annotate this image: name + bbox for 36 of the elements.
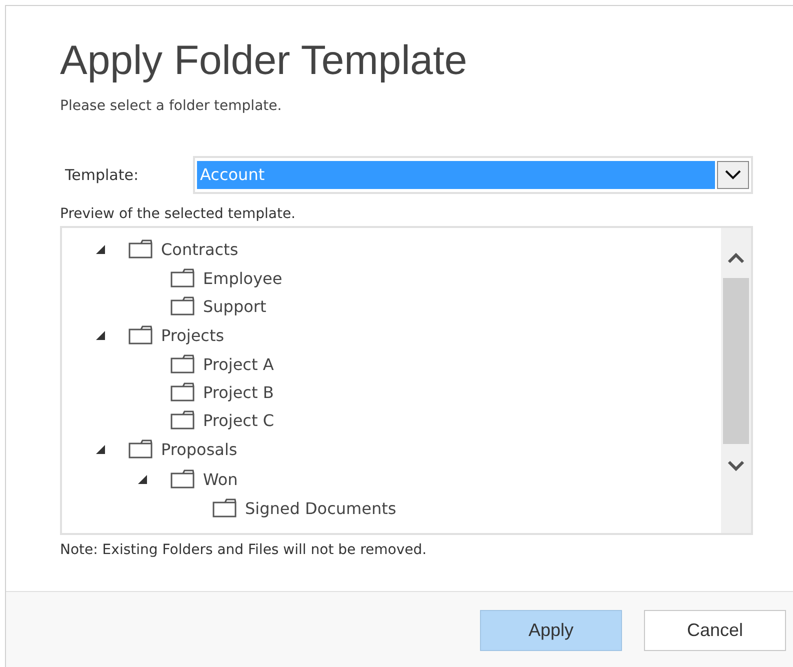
- folder-icon: [170, 382, 195, 402]
- folder-label[interactable]: Projects: [161, 326, 224, 344]
- scroll-down-icon[interactable]: [727, 460, 745, 472]
- note-text: Note: Existing Folders and Files will not be removed.: [60, 542, 427, 558]
- folder-label[interactable]: Project A: [203, 354, 274, 374]
- folder-icon: [212, 498, 237, 518]
- folder-label[interactable]: Proposals: [161, 440, 238, 458]
- expand-triangle-icon[interactable]: [138, 474, 147, 484]
- apply-button[interactable]: Apply: [480, 610, 622, 651]
- dialog-subtitle: Please select a folder template.: [60, 98, 282, 114]
- dialog-title: Apply Folder Template: [60, 36, 468, 84]
- expand-triangle-icon[interactable]: [96, 330, 105, 340]
- scroll-up-icon[interactable]: [727, 252, 745, 264]
- expand-triangle-icon[interactable]: [96, 244, 105, 254]
- cancel-button[interactable]: Cancel: [644, 610, 786, 651]
- folder-label[interactable]: Project B: [203, 382, 274, 402]
- folder-icon: [170, 268, 195, 288]
- folder-icon: [170, 296, 195, 316]
- folder-label[interactable]: Won: [203, 470, 238, 488]
- folder-icon: [128, 439, 153, 459]
- folder-icon: [170, 354, 195, 374]
- folder-label[interactable]: Project C: [203, 410, 274, 430]
- folder-icon: [128, 239, 153, 259]
- chevron-down-icon: [725, 170, 741, 180]
- folder-label[interactable]: Employee: [203, 268, 282, 288]
- folder-label[interactable]: Signed Documents: [245, 498, 396, 518]
- folder-label[interactable]: Contracts: [161, 240, 238, 258]
- folder-icon: [128, 325, 153, 345]
- scrollbar[interactable]: [721, 228, 751, 533]
- folder-icon: [170, 410, 195, 430]
- folder-icon: [170, 469, 195, 489]
- folder-label[interactable]: Support: [203, 296, 266, 316]
- preview-label: Preview of the selected template.: [60, 206, 296, 222]
- scroll-thumb[interactable]: [723, 278, 749, 444]
- template-label: Template:: [64, 166, 140, 184]
- expand-triangle-icon[interactable]: [96, 444, 105, 454]
